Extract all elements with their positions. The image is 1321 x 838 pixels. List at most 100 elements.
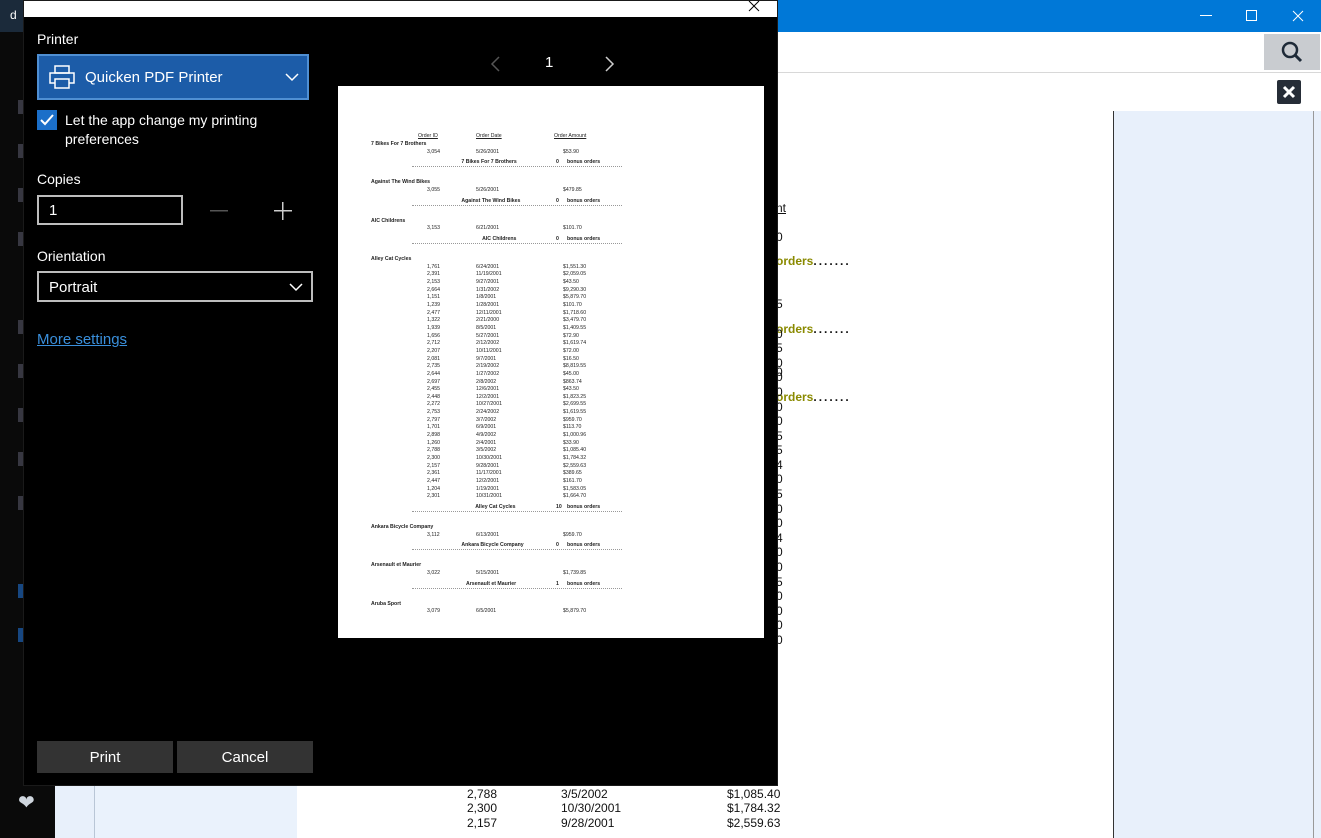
preview-cell-date: 1/8/2001 [476, 294, 497, 301]
preview-cell-amount: $161.70 [563, 477, 582, 484]
preview-group-name: Against The Wind Bikes [371, 179, 431, 186]
report-cell-amount: $1,085.40 [727, 787, 781, 801]
report-cell-date: 3/5/2002 [561, 787, 608, 801]
preview-group-total-label: bonus orders [567, 580, 601, 587]
preview-cell-date: 10/31/2001 [476, 493, 502, 500]
preview-cell-date: 6/5/2001 [476, 608, 497, 615]
cancel-button[interactable]: Cancel [177, 741, 313, 773]
preview-cell-id: 2,644 [427, 370, 440, 377]
orientation-select[interactable]: Portrait [37, 271, 313, 302]
search-button[interactable] [1264, 34, 1320, 70]
preview-cell-amount: $9,290.30 [563, 286, 587, 293]
copies-input[interactable] [37, 195, 183, 225]
maximize-button[interactable] [1229, 0, 1275, 32]
minimize-button[interactable] [1183, 0, 1229, 32]
let-app-change-checkbox[interactable] [37, 110, 57, 130]
preview-cell-id: 3,022 [427, 569, 440, 576]
preview-cell-id: 3,055 [427, 187, 440, 194]
previous-page-icon[interactable] [488, 55, 504, 73]
more-settings-link[interactable]: More settings [37, 331, 127, 348]
preview-cell-amount: $863.74 [563, 378, 582, 385]
preview-cell-date: 2/19/2002 [476, 363, 500, 370]
preview-cell-date: 12/2/2001 [476, 393, 500, 400]
preview-cell-amount: $5,879.70 [563, 608, 587, 615]
report-cell-amount: $1,784.32 [727, 801, 781, 815]
preview-cell-id: 2,361 [427, 470, 440, 477]
preview-cell-date: 1/19/2001 [476, 485, 500, 492]
preview-cell-amount: $101.70 [563, 302, 582, 308]
printer-label: Printer [37, 31, 79, 47]
preview-cell-date: 9/7/2001 [476, 355, 497, 362]
preview-cell-id: 2,477 [427, 309, 440, 316]
preview-cell-date: 6/9/2001 [476, 424, 497, 431]
preview-group-name: AIC Childrens [371, 217, 406, 224]
printer-select[interactable]: Quicken PDF Printer [37, 54, 309, 100]
preview-cell-amount: $1,718.60 [563, 309, 587, 316]
preview-group-total-count: 0 [556, 236, 559, 243]
preview-cell-amount: $389.65 [563, 470, 582, 477]
preview-cell-amount: $8,819.55 [563, 363, 587, 370]
preview-cell-id: 1,260 [427, 439, 440, 446]
preview-cell-date: 9/28/2001 [476, 462, 500, 469]
preview-cell-id: 2,753 [427, 409, 440, 416]
printer-name: Quicken PDF Printer [85, 69, 223, 86]
preview-cell-date: 10/30/2001 [476, 455, 502, 461]
preview-cell-id: 2,797 [427, 416, 440, 423]
preview-cell-id: 2,391 [427, 271, 440, 278]
preview-cell-amount: $479.85 [563, 187, 582, 194]
close-icon [1292, 10, 1304, 22]
preview-cell-date: 11/19/2001 [476, 271, 502, 278]
preview-cell-date: 6/21/2001 [476, 225, 500, 232]
increment-copies-button[interactable] [269, 197, 297, 225]
preview-cell-id: 1,322 [427, 317, 440, 324]
next-page-icon[interactable] [601, 55, 617, 73]
preview-group-total-label: bonus orders [567, 197, 601, 204]
close-icon [1282, 85, 1296, 99]
preview-cell-date: 5/15/2001 [476, 569, 500, 576]
preview-cell-id: 2,272 [427, 401, 440, 408]
preview-cell-amount: $1,664.70 [563, 493, 587, 500]
preview-group-total-count: 10 [556, 503, 562, 510]
app-toolbar [776, 32, 1321, 73]
close-window-button[interactable] [1275, 0, 1321, 32]
heart-icon[interactable]: ❤ [18, 790, 35, 815]
orders-label: orders....... [776, 254, 851, 268]
preview-cell-date: 12/11/2001 [476, 309, 502, 316]
preview-cell-amount: $959.70 [563, 531, 582, 538]
preview-cell-date: 10/11/2001 [476, 347, 502, 354]
preview-cell-id: 2,157 [427, 462, 440, 469]
close-icon [748, 0, 760, 12]
preview-cell-amount: $2,559.63 [563, 462, 587, 469]
preview-cell-date: 8/5/2001 [476, 324, 497, 331]
decrement-copies-button[interactable] [205, 197, 233, 225]
preview-cell-date: 2/21/2000 [476, 317, 500, 324]
preview-group-total-name: Against The Wind Bikes [461, 197, 521, 204]
preview-cell-amount: $1,085.40 [563, 447, 587, 454]
preview-group-total-count: 0 [556, 197, 559, 204]
preview-cell-date: 2/4/2001 [476, 439, 497, 446]
preview-group-name: Arsenault et Maurier [371, 562, 422, 569]
preview-group-total-label: bonus orders [567, 542, 601, 549]
preview-cell-id: 2,664 [427, 286, 440, 293]
preview-cell-date: 5/26/2001 [476, 148, 500, 155]
close-report-button[interactable] [1277, 80, 1301, 104]
preview-cell-date: 9/27/2001 [476, 279, 500, 286]
chevron-down-icon [285, 73, 299, 82]
report-cell-id: 2,788 [467, 787, 498, 801]
plus-icon [274, 202, 292, 220]
preview-cell-id: 2,448 [427, 393, 440, 400]
preview-cell-id: 2,712 [427, 340, 440, 347]
preview-group-total-name: Alley Cat Cycles [475, 503, 516, 510]
preview-cell-amount: $53.90 [563, 148, 579, 155]
preview-cell-id: 2,455 [427, 386, 440, 393]
preview-cell-amount: $1,409.55 [563, 324, 587, 331]
preview-cell-amount: $1,739.85 [563, 569, 587, 576]
print-dialog: Printer Quicken PDF Printer Let the app … [23, 0, 778, 786]
report-cell-date: 10/30/2001 [561, 801, 622, 815]
preview-cell-id: 2,153 [427, 279, 440, 286]
dialog-close-button[interactable] [745, 0, 763, 15]
print-button[interactable]: Print [37, 741, 173, 773]
preview-cell-amount: $16.50 [563, 355, 579, 362]
preview-group-total-name: Ankara Bicycle Company [461, 542, 524, 549]
preview-cell-date: 12/6/2001 [476, 386, 500, 393]
